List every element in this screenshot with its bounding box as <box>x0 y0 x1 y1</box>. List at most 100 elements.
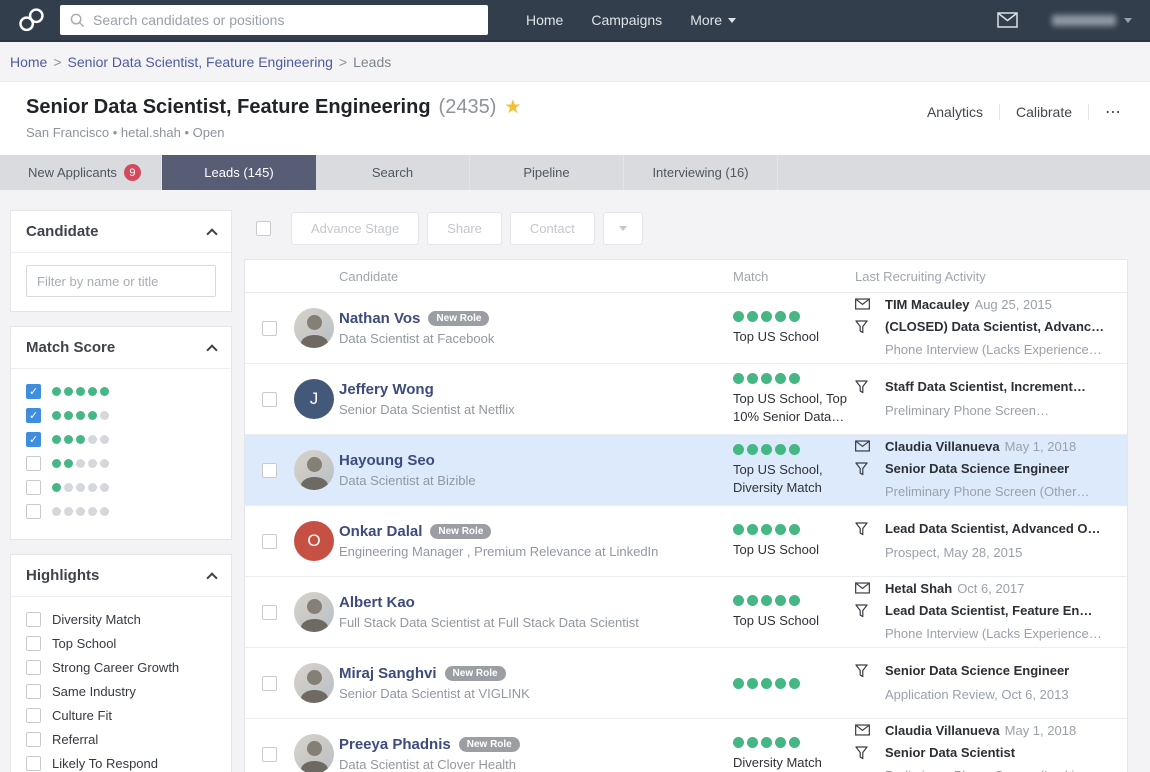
activity-primary: Lead Data Scientist, Advanced O… <box>885 521 1101 538</box>
table-row[interactable]: Hayoung Seo Data Scientist at Bizible To… <box>245 435 1127 506</box>
panel-title: Highlights <box>26 567 99 584</box>
checkbox[interactable] <box>26 384 41 399</box>
calibrate-button[interactable]: Calibrate <box>1000 104 1089 120</box>
breadcrumb: Home > Senior Data Scientist, Feature En… <box>0 42 1150 82</box>
checkbox[interactable] <box>26 480 41 495</box>
table-row[interactable]: Albert Kao Full Stack Data Scientist at … <box>245 577 1127 648</box>
breadcrumb-separator: > <box>339 54 347 70</box>
nav-more[interactable]: More <box>690 12 736 28</box>
match-label: Top US School, Diversity Match <box>733 461 855 496</box>
funnel-icon <box>855 664 868 683</box>
activity-secondary: Phone Interview (Lacks Experience… <box>885 626 1102 643</box>
highlights-panel-header[interactable]: Highlights <box>11 555 231 597</box>
tab-label: New Applicants <box>28 165 117 180</box>
match-label: Top US School <box>733 328 855 346</box>
nav-home[interactable]: Home <box>526 12 563 28</box>
row-checkbox[interactable] <box>262 463 277 478</box>
tab-pipeline[interactable]: Pipeline <box>470 155 624 190</box>
messages-button[interactable] <box>997 12 1018 28</box>
match-score-dots <box>52 387 109 396</box>
match-label: Top US School <box>733 541 855 559</box>
table-row[interactable]: Miraj Sanghvi New Role Senior Data Scien… <box>245 648 1127 719</box>
new-role-badge: New Role <box>445 666 506 681</box>
candidate-name-link[interactable]: Nathan Vos <box>339 310 420 327</box>
advance-stage-button[interactable]: Advance Stage <box>291 212 419 245</box>
panel-title: Match Score <box>26 339 115 356</box>
table-row[interactable]: J Jeffery Wong Senior Data Scientist at … <box>245 364 1127 435</box>
option-label: Diversity Match <box>52 612 141 627</box>
search-input[interactable] <box>93 12 478 28</box>
candidate-filter-input[interactable] <box>26 265 216 297</box>
app-logo-icon[interactable] <box>14 6 50 34</box>
checkbox[interactable] <box>26 732 41 747</box>
table-row[interactable]: O Onkar Dalal New Role Engineering Manag… <box>245 506 1127 577</box>
checkbox[interactable] <box>26 432 41 447</box>
candidate-name-link[interactable]: Jeffery Wong <box>339 381 434 398</box>
nav-campaigns[interactable]: Campaigns <box>591 12 662 28</box>
more-actions-button[interactable] <box>1089 102 1126 122</box>
row-checkbox[interactable] <box>262 321 277 336</box>
match-dots <box>733 524 855 535</box>
candidate-name-link[interactable]: Preeya Phadnis <box>339 736 451 753</box>
activity-primary: Senior Data Scientist <box>885 745 1015 762</box>
panel-title: Candidate <box>26 223 99 240</box>
highlight-option: Strong Career Growth <box>26 657 216 677</box>
tab-interviewing[interactable]: Interviewing (16) <box>624 155 778 190</box>
candidate-name-link[interactable]: Hayoung Seo <box>339 452 435 469</box>
checkbox[interactable] <box>26 504 41 519</box>
more-bulk-actions-button[interactable] <box>603 212 643 245</box>
match-score-panel: Match Score <box>10 326 232 540</box>
match-score-option <box>26 381 216 401</box>
candidate-role: Data Scientist at Clover Health <box>339 757 733 772</box>
select-all-checkbox[interactable] <box>256 221 271 236</box>
candidate-name-link[interactable]: Miraj Sanghvi <box>339 665 437 682</box>
share-button[interactable]: Share <box>427 212 502 245</box>
favorite-star-icon[interactable] <box>504 98 521 117</box>
option-label: Likely To Respond <box>52 756 158 771</box>
leads-table: Candidate Match Last Recruiting Activity… <box>244 259 1128 772</box>
analytics-button[interactable]: Analytics <box>911 104 1000 120</box>
funnel-icon <box>855 380 868 399</box>
candidate-filter-panel: Candidate <box>10 210 232 312</box>
chevron-down-icon <box>728 18 736 23</box>
activity-secondary: Oct 6, 2017 <box>957 581 1024 598</box>
candidate-name-link[interactable]: Onkar Dalal <box>339 523 422 540</box>
row-checkbox[interactable] <box>262 676 277 691</box>
candidate-panel-header[interactable]: Candidate <box>11 211 231 253</box>
contact-button[interactable]: Contact <box>510 212 595 245</box>
checkbox[interactable] <box>26 408 41 423</box>
new-role-badge: New Role <box>428 311 489 326</box>
envelope-icon <box>855 724 870 741</box>
checkbox[interactable] <box>26 636 41 651</box>
tab-search[interactable]: Search <box>316 155 470 190</box>
activity-secondary: Aug 25, 2015 <box>975 297 1052 314</box>
row-checkbox[interactable] <box>262 747 277 762</box>
checkbox[interactable] <box>26 708 41 723</box>
match-score-option <box>26 405 216 425</box>
table-row[interactable]: Preeya Phadnis New Role Data Scientist a… <box>245 719 1127 772</box>
candidate-name-link[interactable]: Albert Kao <box>339 594 415 611</box>
breadcrumb-separator: > <box>53 54 61 70</box>
activity-primary: TIM Macauley <box>885 297 970 314</box>
tab-new-applicants[interactable]: New Applicants 9 <box>8 155 162 190</box>
checkbox[interactable] <box>26 612 41 627</box>
checkbox[interactable] <box>26 660 41 675</box>
candidate-role: Senior Data Scientist at VIGLINK <box>339 686 733 701</box>
avatar <box>294 592 334 632</box>
row-checkbox[interactable] <box>262 605 277 620</box>
breadcrumb-position[interactable]: Senior Data Scientist, Feature Engineeri… <box>68 54 333 70</box>
position-header: Senior Data Scientist, Feature Engineeri… <box>0 82 1150 155</box>
table-row[interactable]: Nathan Vos New Role Data Scientist at Fa… <box>245 293 1127 364</box>
checkbox[interactable] <box>26 756 41 771</box>
chevron-down-icon <box>1124 18 1132 23</box>
breadcrumb-home[interactable]: Home <box>10 54 47 70</box>
activity-secondary: May 1, 2018 <box>1005 439 1077 456</box>
envelope-icon <box>855 298 870 315</box>
checkbox[interactable] <box>26 684 41 699</box>
match-score-panel-header[interactable]: Match Score <box>11 327 231 369</box>
user-menu[interactable] <box>1052 15 1132 26</box>
row-checkbox[interactable] <box>262 534 277 549</box>
row-checkbox[interactable] <box>262 392 277 407</box>
checkbox[interactable] <box>26 456 41 471</box>
tab-leads[interactable]: Leads (145) <box>162 155 316 190</box>
